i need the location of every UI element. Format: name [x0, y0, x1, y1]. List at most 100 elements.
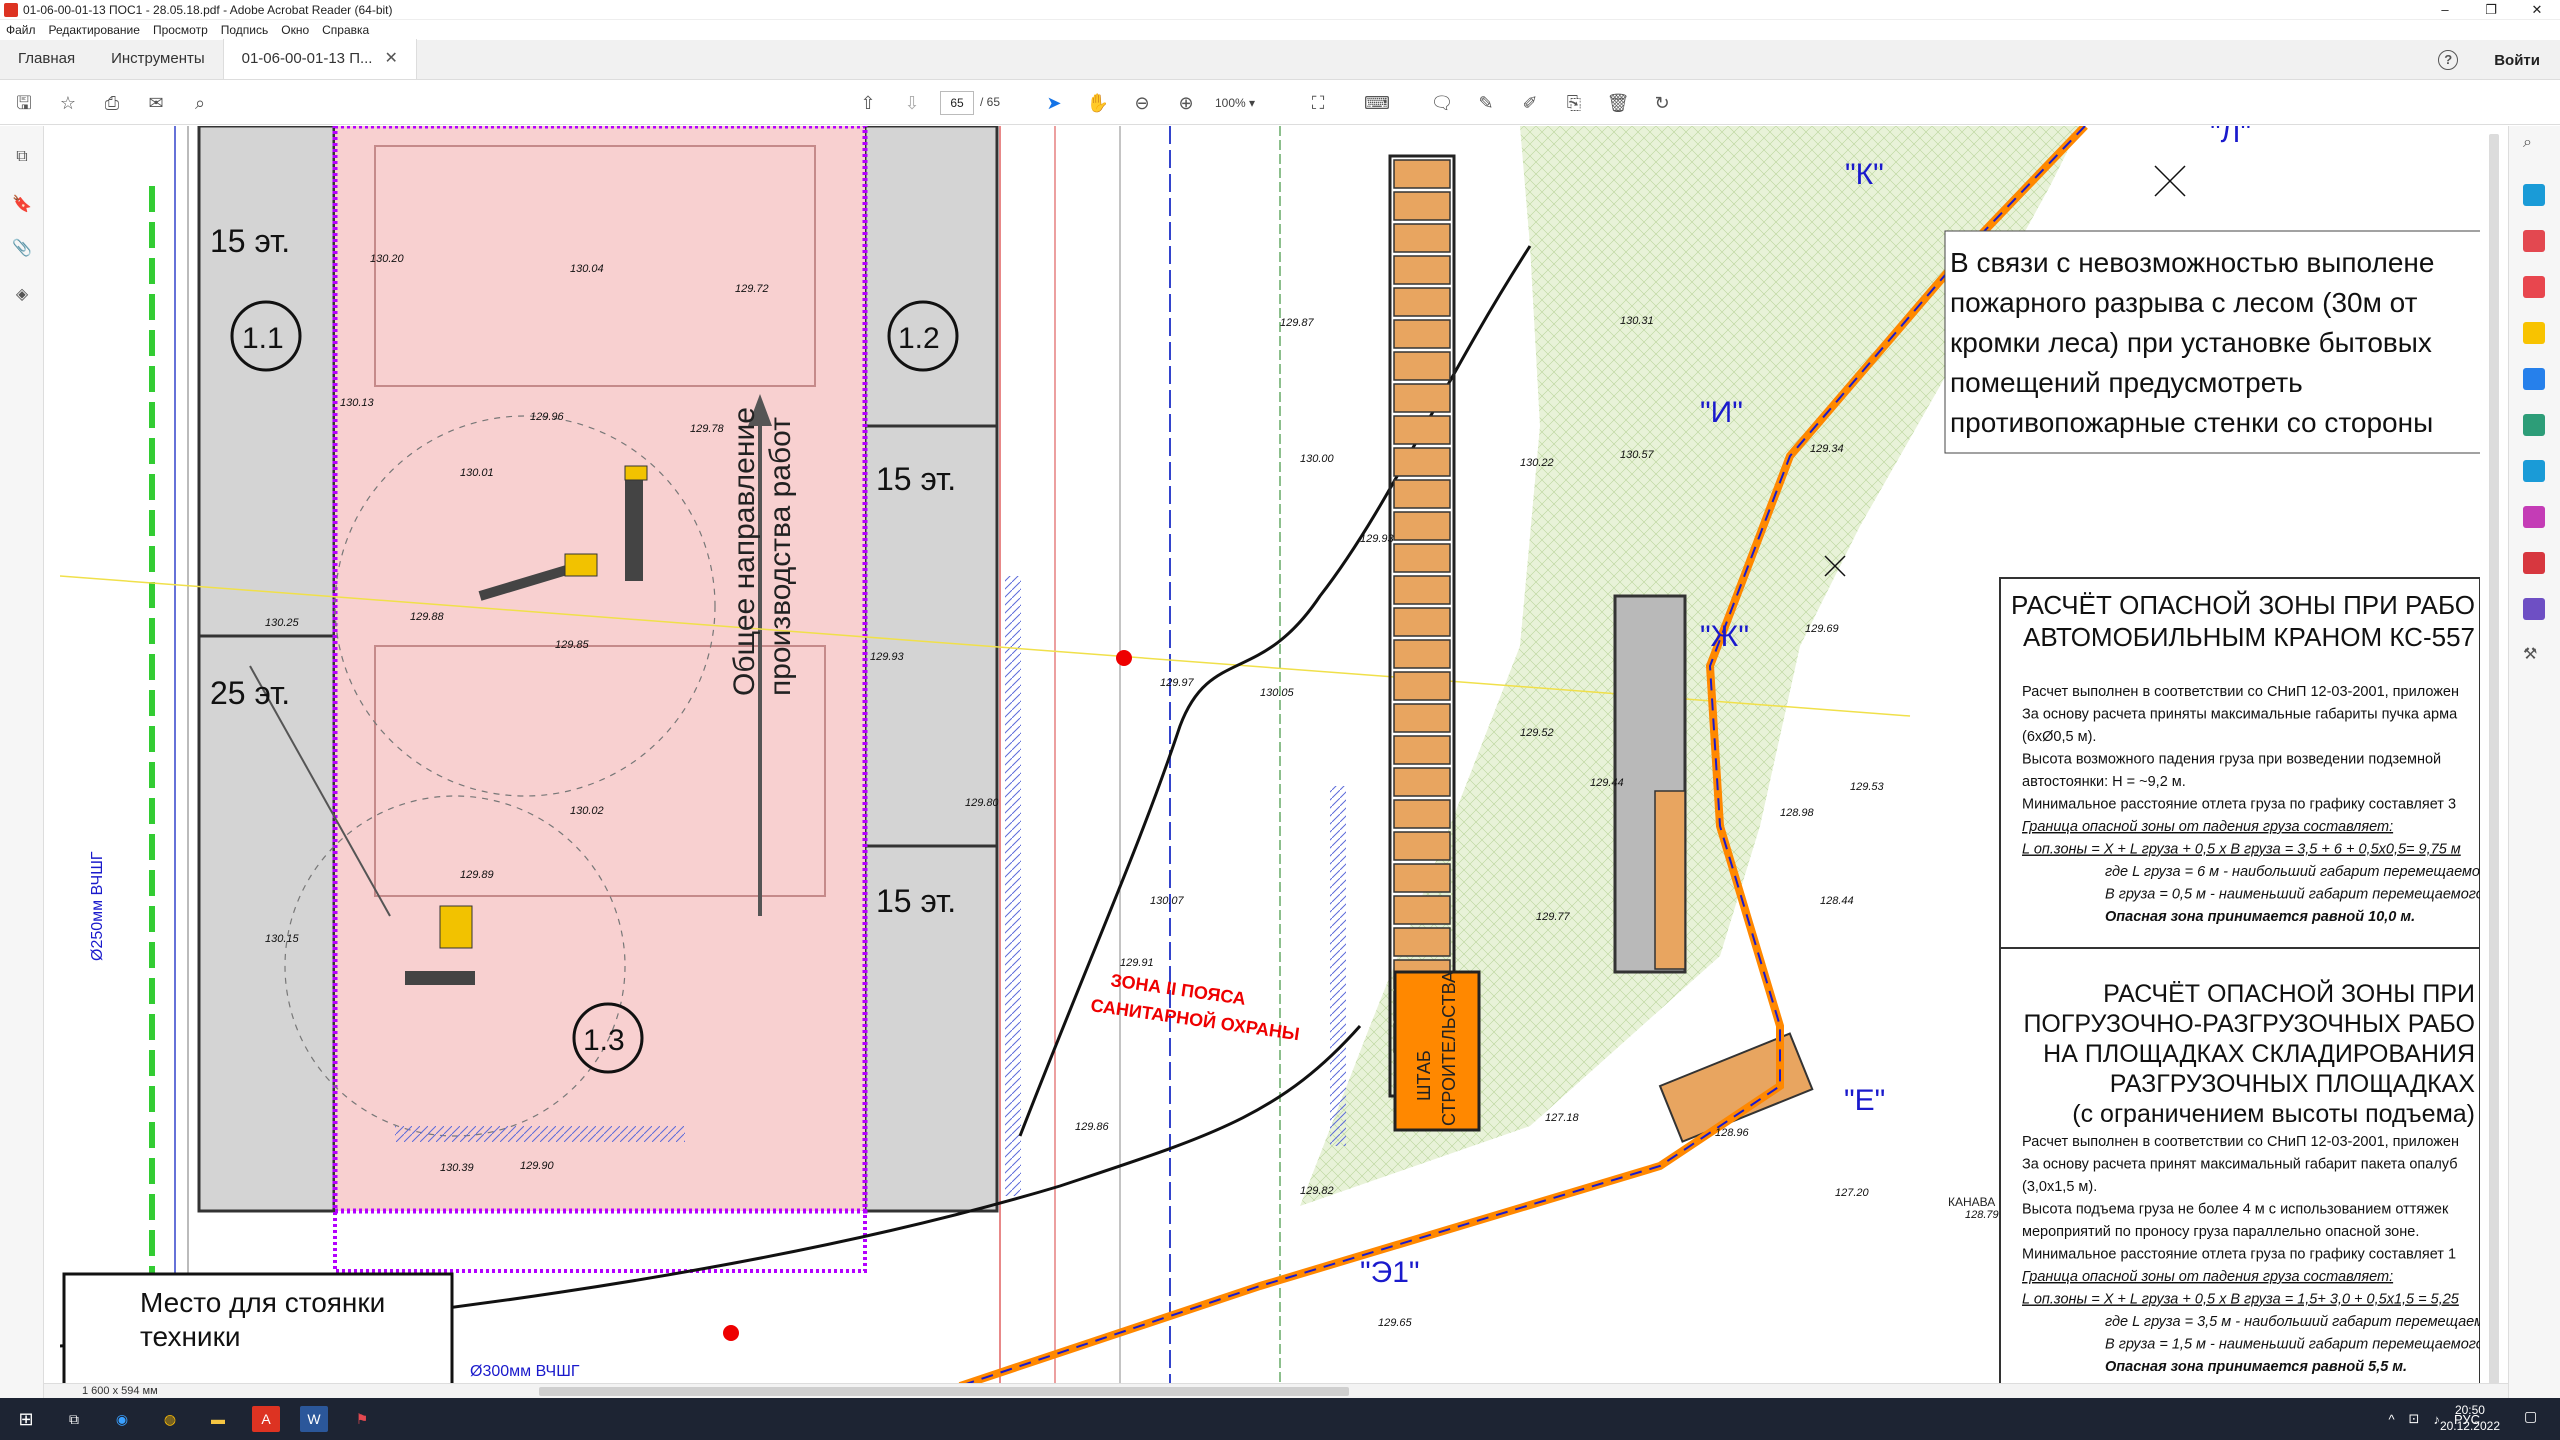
circle-label-1-3-text: 1.3: [583, 1024, 625, 1057]
construction-hq: [1393, 970, 1481, 1132]
file-explorer-icon[interactable]: ▬: [204, 1406, 232, 1432]
menu-edit[interactable]: Редактирование: [49, 23, 140, 37]
menu-window[interactable]: Окно: [281, 23, 309, 37]
previous-page-icon[interactable]: ⇧: [856, 91, 880, 115]
menu-sign[interactable]: Подпись: [221, 23, 269, 37]
draw-icon[interactable]: ✐: [1518, 91, 1542, 115]
layers-icon[interactable]: ◈: [12, 284, 32, 304]
elevation-mark: 130.57: [1620, 449, 1655, 461]
pdf-page-view[interactable]: ЗОНА II ПОЯСА САНИТАРНОЙ ОХРАНЫ 15 эт. 2…: [60, 126, 2480, 1386]
fire-note-line: В связи с невозможностью выполене: [1950, 247, 2434, 278]
chrome-icon[interactable]: ◍: [156, 1406, 184, 1432]
zoom-out-icon[interactable]: ⊖: [1130, 91, 1154, 115]
tab-home[interactable]: Главная: [0, 39, 93, 79]
protect-icon[interactable]: [2523, 552, 2545, 574]
combine-files-icon[interactable]: [2523, 368, 2545, 390]
organize-pages-icon[interactable]: [2523, 414, 2545, 436]
edit-pdf-icon[interactable]: [2523, 276, 2545, 298]
network-icon[interactable]: ⊡: [2409, 1411, 2420, 1427]
save-icon[interactable]: 🖫: [12, 91, 36, 115]
calc1-line: Расчет выполнен в соответствии со СНиП 1…: [2022, 684, 2459, 700]
floor-label-1: 15 эт.: [210, 223, 290, 259]
tab-document[interactable]: 01-06-00-01-13 П... ✕: [222, 39, 417, 79]
sign-in-button[interactable]: Войти: [2494, 52, 2540, 69]
storage-rack: [1393, 703, 1451, 733]
close-tab-icon[interactable]: ✕: [384, 39, 397, 79]
elevation-mark: 130.31: [1620, 315, 1654, 327]
direction-text-2: производства работ: [764, 417, 797, 696]
maximize-button[interactable]: ❐: [2468, 0, 2514, 20]
hatched-strip-2: [395, 1126, 685, 1142]
hand-tool-icon[interactable]: ✋: [1086, 91, 1110, 115]
fit-page-icon[interactable]: ⛶: [1306, 91, 1330, 115]
storage-rack: [1393, 671, 1451, 701]
stamp-icon[interactable]: ⎘: [1562, 91, 1586, 115]
tab-bar: Главная Инструменты 01-06-00-01-13 П... …: [0, 39, 2560, 80]
elevation-mark: 129.89: [460, 869, 494, 881]
more-tools-icon[interactable]: ⚒: [2523, 644, 2545, 666]
crane-cab-1: [624, 465, 648, 481]
delete-icon[interactable]: 🗑: [1606, 91, 1630, 115]
minimize-button[interactable]: –: [2422, 0, 2468, 20]
export-pdf-icon[interactable]: [2523, 184, 2545, 206]
comment-tool-icon[interactable]: [2523, 322, 2545, 344]
tab-tools[interactable]: Инструменты: [93, 39, 223, 79]
acrobat-taskbar-icon[interactable]: A: [252, 1406, 280, 1432]
bookmark-star-icon[interactable]: ☆: [56, 91, 80, 115]
scan-icon[interactable]: [2523, 460, 2545, 482]
zoom-select[interactable]: 100% ▾: [1215, 91, 1285, 115]
elevation-mark: 129.91: [1120, 957, 1154, 969]
calc2-title-line: РАЗГРУЗОЧНЫХ ПЛОЩАДКАХ: [2110, 1070, 2476, 1098]
print-icon[interactable]: ⎙: [100, 91, 124, 115]
zoom-in-icon[interactable]: ⊕: [1174, 91, 1198, 115]
select-cursor-icon[interactable]: ➤: [1042, 91, 1066, 115]
elevation-mark: 129.97: [1160, 677, 1195, 689]
storage-rack: [1393, 575, 1451, 605]
task-view-icon[interactable]: ⧉: [60, 1406, 88, 1432]
send-signature-icon[interactable]: [2523, 598, 2545, 620]
menu-file[interactable]: Файл: [6, 23, 36, 37]
elevation-mark: 129.93: [870, 651, 905, 663]
menu-view[interactable]: Просмотр: [153, 23, 208, 37]
create-pdf-icon[interactable]: [2523, 230, 2545, 252]
close-window-button[interactable]: ✕: [2514, 0, 2560, 20]
clock[interactable]: 20:50 20.12.2022: [2440, 1402, 2500, 1434]
calc2-title-line: ПОГРУЗОЧНО-РАЗГРУЗОЧНЫХ РАБО: [2023, 1010, 2475, 1038]
attachments-icon[interactable]: 📎: [12, 238, 32, 258]
elevation-mark: 130.05: [1260, 687, 1295, 699]
search-tools-icon[interactable]: ⌕: [2523, 134, 2545, 156]
hatched-strip-1: [1005, 576, 1021, 1196]
fill-sign-icon[interactable]: [2523, 506, 2545, 528]
windows-taskbar: ⊞ ⧉ ◉ ◍ ▬ A W ⚑ ^ ⊡ ♪ РУС 20:50 20.12.20…: [0, 1398, 2560, 1440]
comment-icon[interactable]: 🗨: [1430, 91, 1454, 115]
pipe-label-2: Ø300мм ВЧШГ: [470, 1363, 580, 1380]
bookmarks-icon[interactable]: 🔖: [12, 194, 32, 214]
word-icon[interactable]: W: [300, 1406, 328, 1432]
horizontal-scroll-thumb[interactable]: [539, 1387, 1349, 1396]
rotate-icon[interactable]: ↻: [1650, 91, 1674, 115]
storage-rack: [1393, 191, 1451, 221]
search-icon[interactable]: ⌕: [188, 91, 212, 115]
page-number-input[interactable]: 65: [940, 91, 974, 115]
page-thumbnails-icon[interactable]: ⧉: [12, 148, 32, 168]
parking-text-1: Место для стоянки: [140, 1287, 385, 1318]
pdf-reader-icon[interactable]: ⚑: [348, 1406, 376, 1432]
keyboard-icon[interactable]: ⌨: [1364, 91, 1390, 115]
edge-browser-icon[interactable]: ◉: [108, 1406, 136, 1432]
start-icon[interactable]: ⊞: [12, 1406, 40, 1432]
calc2-line: Высота подъема груза не более 4 м с испо…: [2022, 1202, 2449, 1218]
circle-label-1-2-text: 1.2: [898, 322, 940, 355]
elevation-mark: 130.39: [440, 1162, 474, 1174]
highlight-pen-icon[interactable]: ✎: [1474, 91, 1498, 115]
vertical-scrollbar[interactable]: [2486, 126, 2504, 1398]
email-icon[interactable]: ✉: [144, 91, 168, 115]
tray-arrow-icon[interactable]: ^: [2388, 1412, 2394, 1427]
storage-rack: [1393, 799, 1451, 829]
elevation-mark: 129.78: [690, 423, 725, 435]
next-page-icon[interactable]: ⇩: [900, 91, 924, 115]
storage-rack: [1393, 415, 1451, 445]
vertical-scroll-thumb[interactable]: [2489, 134, 2499, 1384]
help-icon[interactable]: ?: [2438, 50, 2459, 70]
menu-help[interactable]: Справка: [322, 23, 369, 37]
notifications-icon[interactable]: ▢: [2524, 1408, 2546, 1430]
